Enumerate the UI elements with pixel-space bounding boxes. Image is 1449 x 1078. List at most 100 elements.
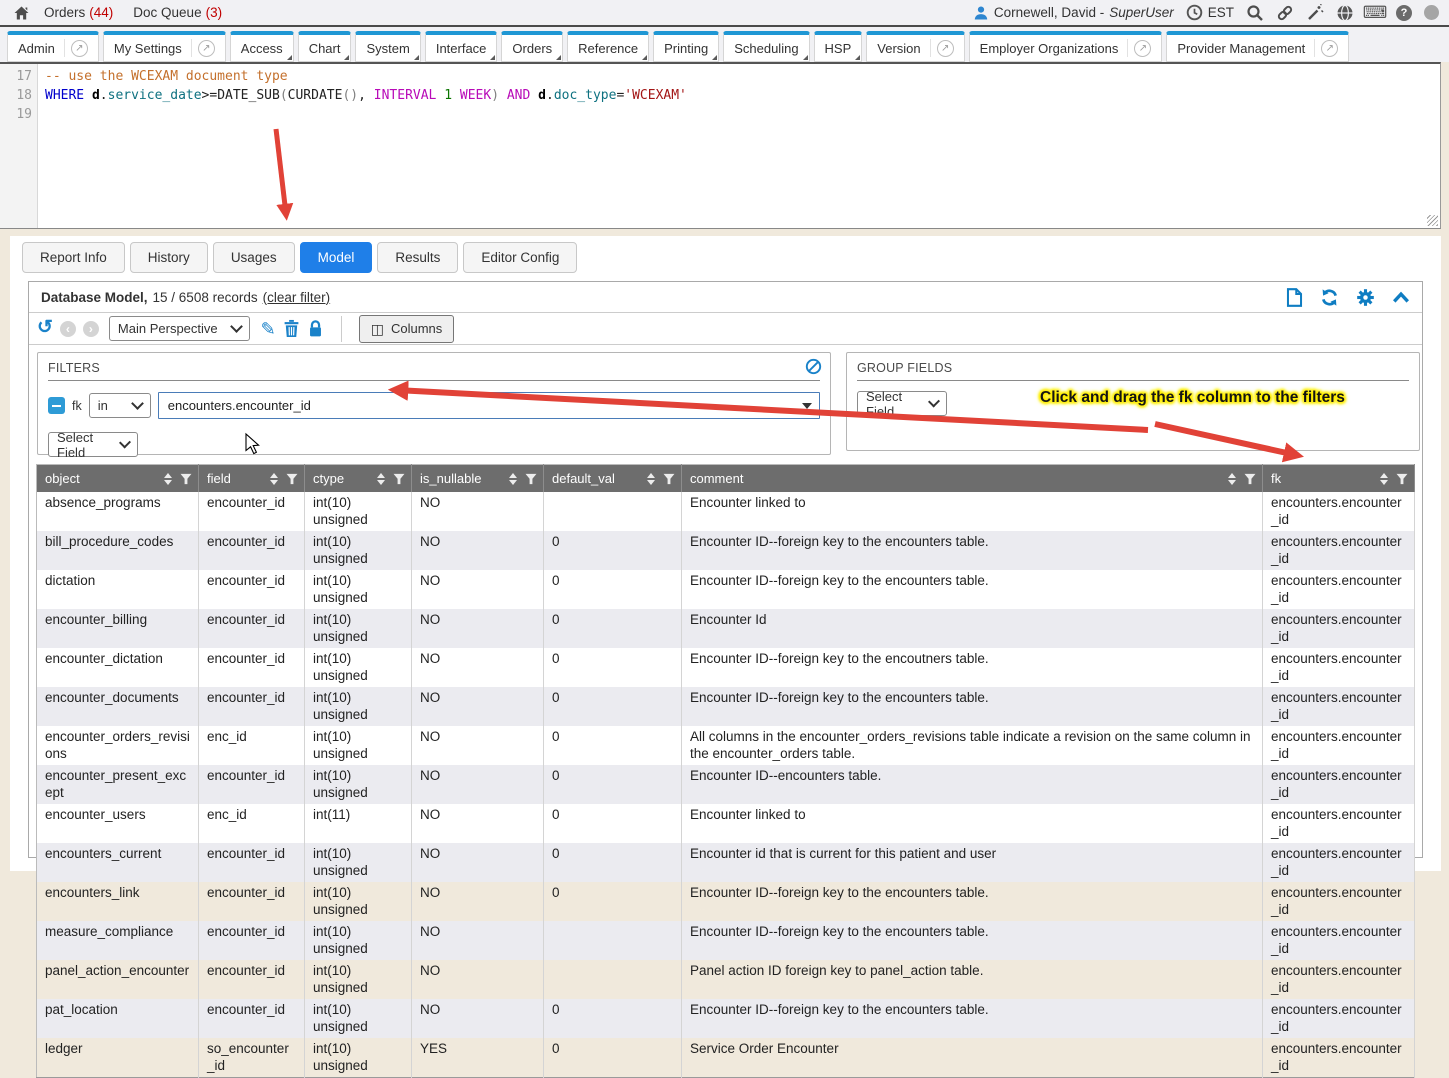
table-row[interactable]: encounter_orders_revisionsenc_idint(10) … — [37, 726, 1415, 765]
ribbon-tab-system[interactable]: System — [355, 31, 420, 62]
sort-icon[interactable] — [509, 473, 517, 485]
filter-operator-select[interactable]: in — [89, 393, 151, 418]
sort-icon[interactable] — [1380, 473, 1388, 485]
filter-value-input[interactable] — [158, 392, 820, 419]
orders-link[interactable]: Orders(44) — [44, 5, 113, 20]
perspective-select[interactable]: Main Perspective — [109, 316, 250, 341]
code-lines[interactable]: -- use the WCEXAM document typeWHERE d.s… — [38, 64, 1440, 228]
nav-back-icon[interactable]: ‹ — [60, 321, 76, 337]
tab-results[interactable]: Results — [377, 242, 458, 273]
filter-funnel-icon[interactable] — [1244, 473, 1256, 485]
tab-usages[interactable]: Usages — [213, 242, 295, 273]
popout-icon[interactable]: ↗ — [1321, 40, 1338, 57]
table-row[interactable]: ledgerso_encounter_idint(10) unsignedYES… — [37, 1038, 1415, 1078]
table-row[interactable]: bill_procedure_codesencounter_idint(10) … — [37, 531, 1415, 570]
column-header-ctype[interactable]: ctype — [305, 465, 412, 493]
popout-icon[interactable]: ↗ — [937, 40, 954, 57]
ribbon-tab-scheduling[interactable]: Scheduling — [723, 31, 809, 62]
cell-field: encounter_id — [199, 882, 305, 921]
home-icon[interactable] — [12, 4, 30, 22]
ribbon-tab-chart[interactable]: Chart — [298, 31, 352, 62]
filter-funnel-icon[interactable] — [525, 473, 537, 485]
trash-icon[interactable] — [283, 319, 300, 338]
table-row[interactable]: encounters_linkencounter_idint(10) unsig… — [37, 882, 1415, 921]
keyboard-icon[interactable]: ⌨ — [1366, 4, 1384, 22]
ribbon-tab-version[interactable]: Version↗ — [866, 31, 964, 62]
wand-icon[interactable] — [1306, 4, 1324, 22]
ribbon-tab-hsp[interactable]: HSP — [814, 31, 863, 62]
filter-funnel-icon[interactable] — [663, 473, 675, 485]
columns-button[interactable]: ◫ Columns — [359, 315, 455, 343]
ribbon-tab-access[interactable]: Access — [230, 31, 294, 62]
help-icon[interactable]: ? — [1396, 5, 1412, 21]
sort-icon[interactable] — [270, 473, 278, 485]
table-row[interactable]: panel_action_encounterencounter_idint(10… — [37, 960, 1415, 999]
ribbon-tab-orders[interactable]: Orders — [501, 31, 563, 62]
link-icon[interactable] — [1276, 4, 1294, 22]
current-user[interactable]: Cornewell, David - SuperUser — [973, 5, 1174, 21]
edit-pencil-icon[interactable]: ✎ — [261, 320, 276, 338]
filter-funnel-icon[interactable] — [286, 473, 298, 485]
ribbon-tab-interface[interactable]: Interface — [425, 31, 498, 62]
tab-model[interactable]: Model — [300, 242, 373, 273]
filters-add-field-select[interactable]: Select Field — [48, 432, 138, 457]
table-row[interactable]: encounter_billingencounter_idint(10) uns… — [37, 609, 1415, 648]
table-row[interactable]: encounter_documentsencounter_idint(10) u… — [37, 687, 1415, 726]
table-row[interactable]: encounter_dictationencounter_idint(10) u… — [37, 648, 1415, 687]
ribbon-tab-printing[interactable]: Printing — [653, 31, 719, 62]
table-row[interactable]: dictationencounter_idint(10) unsignedNO0… — [37, 570, 1415, 609]
filter-funnel-icon[interactable] — [1396, 473, 1408, 485]
table-row[interactable]: pat_locationencounter_idint(10) unsigned… — [37, 999, 1415, 1038]
sql-editor[interactable]: 171819 -- use the WCEXAM document typeWH… — [0, 62, 1441, 229]
table-row[interactable]: encounter_present_exceptencounter_idint(… — [37, 765, 1415, 804]
sort-icon[interactable] — [164, 473, 172, 485]
clear-filter-link[interactable]: (clear filter) — [263, 290, 331, 305]
clear-filters-icon[interactable] — [805, 358, 822, 380]
timezone-indicator[interactable]: EST — [1186, 4, 1234, 21]
ribbon-tab-admin[interactable]: Admin↗ — [7, 31, 99, 62]
ribbon-tab-provider-management[interactable]: Provider Management↗ — [1166, 31, 1349, 62]
new-document-icon[interactable] — [1286, 288, 1303, 307]
popout-icon[interactable]: ↗ — [198, 40, 215, 57]
column-header-object[interactable]: object — [37, 465, 199, 493]
sort-icon[interactable] — [647, 473, 655, 485]
doc-queue-link[interactable]: Doc Queue(3) — [133, 5, 222, 20]
ribbon-tab-employer-organizations[interactable]: Employer Organizations↗ — [969, 31, 1163, 62]
undo-icon[interactable]: ↺ — [37, 318, 53, 337]
popout-icon[interactable]: ↗ — [71, 40, 88, 57]
table-row[interactable]: absence_programsencounter_idint(10) unsi… — [37, 492, 1415, 531]
cell-ctype: int(11) — [305, 804, 412, 843]
column-header-field[interactable]: field — [199, 465, 305, 493]
group-fields-add-field-select[interactable]: Select Field — [857, 391, 947, 416]
nav-forward-icon[interactable]: › — [83, 321, 99, 337]
gear-icon[interactable] — [1356, 288, 1375, 307]
remove-filter-button[interactable] — [48, 397, 65, 414]
ribbon-tab-my-settings[interactable]: My Settings↗ — [103, 31, 226, 62]
filter-funnel-icon[interactable] — [180, 473, 192, 485]
cell-field: encounter_id — [199, 765, 305, 804]
sort-icon[interactable] — [377, 473, 385, 485]
tab-editor-config[interactable]: Editor Config — [463, 242, 577, 273]
filter-funnel-icon[interactable] — [393, 473, 405, 485]
combo-caret-icon[interactable] — [802, 403, 812, 409]
ribbon-tab-reference[interactable]: Reference — [567, 31, 649, 62]
column-header-default-val[interactable]: default_val — [544, 465, 682, 493]
table-row[interactable]: encounter_usersenc_idint(11)NO0Encounter… — [37, 804, 1415, 843]
table-row[interactable]: encounters_currentencounter_idint(10) un… — [37, 843, 1415, 882]
collapse-chevron-icon[interactable] — [1392, 291, 1410, 304]
column-header-fk[interactable]: fk — [1263, 465, 1415, 493]
sort-icon[interactable] — [1228, 473, 1236, 485]
refresh-icon[interactable] — [1320, 288, 1339, 307]
tab-report-info[interactable]: Report Info — [22, 242, 125, 273]
globe-icon[interactable] — [1336, 4, 1354, 22]
cell-is-nullable: NO — [412, 570, 544, 609]
column-header-is-nullable[interactable]: is_nullable — [412, 465, 544, 493]
tab-history[interactable]: History — [130, 242, 208, 273]
dropdown-corner-icon — [414, 55, 419, 60]
resize-handle[interactable] — [1427, 215, 1438, 226]
lock-icon[interactable] — [307, 319, 324, 338]
search-icon[interactable] — [1246, 4, 1264, 22]
column-header-comment[interactable]: comment — [682, 465, 1263, 493]
popout-icon[interactable]: ↗ — [1134, 40, 1151, 57]
table-row[interactable]: measure_complianceencounter_idint(10) un… — [37, 921, 1415, 960]
